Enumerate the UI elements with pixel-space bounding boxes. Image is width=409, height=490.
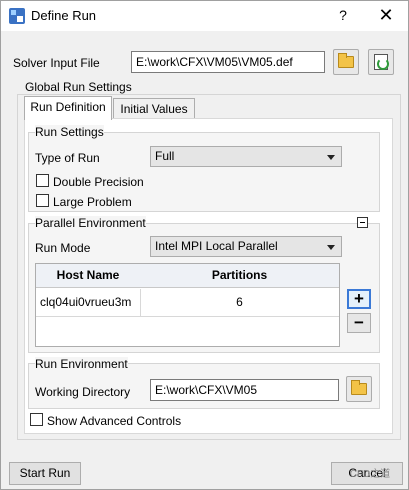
large-problem-label: Large Problem	[53, 195, 132, 209]
chevron-down-icon	[327, 155, 335, 160]
collapse-icon[interactable]	[357, 217, 368, 228]
working-directory-field[interactable]: E:\work\CFX\VM05	[150, 379, 339, 401]
add-host-button[interactable]: +	[347, 289, 371, 309]
column-divider	[140, 289, 141, 317]
chevron-down-icon	[327, 245, 335, 250]
cfx-app-icon	[9, 8, 25, 24]
table-row[interactable]: clq04ui0vrueu3m 6	[36, 289, 339, 317]
remove-host-button[interactable]: −	[347, 313, 371, 333]
run-mode-label: Run Mode	[35, 241, 91, 255]
type-of-run-label: Type of Run	[35, 151, 100, 165]
cell-host-name[interactable]: clq04ui0vrueu3m	[40, 295, 131, 309]
title-bar: Define Run ? ✕	[1, 1, 408, 31]
reload-button[interactable]	[368, 49, 394, 75]
define-run-dialog: Define Run ? ✕ Solver Input File E:\work…	[0, 0, 409, 490]
run-mode-select[interactable]: Intel MPI Local Parallel	[150, 236, 342, 257]
window-title: Define Run	[31, 8, 97, 23]
type-of-run-value: Full	[155, 149, 175, 163]
browse-solver-input-button[interactable]	[333, 49, 359, 75]
host-partitions-table: Host Name Partitions clq04ui0vrueu3m 6	[35, 263, 340, 347]
global-run-settings-title: Global Run Settings	[23, 80, 134, 94]
tab-run-definition[interactable]: Run Definition	[24, 96, 112, 120]
help-button[interactable]: ?	[333, 4, 353, 26]
run-mode-value: Intel MPI Local Parallel	[155, 239, 278, 253]
folder-open-icon	[351, 380, 367, 395]
double-precision-label: Double Precision	[53, 175, 144, 189]
header-partitions[interactable]: Partitions	[140, 268, 339, 282]
show-advanced-controls-label: Show Advanced Controls	[47, 414, 182, 428]
header-host-name[interactable]: Host Name	[36, 268, 140, 282]
table-header: Host Name Partitions	[36, 264, 339, 288]
refresh-icon	[374, 54, 389, 70]
working-directory-label: Working Directory	[35, 385, 131, 399]
tab-initial-values[interactable]: Initial Values	[113, 98, 195, 120]
solver-input-label: Solver Input File	[13, 56, 100, 70]
large-problem-checkbox[interactable]	[36, 194, 49, 207]
parallel-environment-title: Parallel Environment	[35, 216, 146, 230]
solver-input-field[interactable]: E:\work\CFX\VM05\VM05.def	[131, 51, 325, 73]
cell-partitions[interactable]: 6	[140, 295, 339, 309]
close-button[interactable]: ✕	[373, 4, 399, 26]
double-precision-checkbox[interactable]	[36, 174, 49, 187]
browse-working-directory-button[interactable]	[346, 376, 372, 402]
start-run-button[interactable]: Start Run	[9, 462, 81, 485]
run-settings-title: Run Settings	[35, 125, 104, 139]
run-environment-title: Run Environment	[35, 357, 128, 371]
folder-open-icon	[338, 53, 354, 68]
show-advanced-controls-checkbox[interactable]	[30, 413, 43, 426]
type-of-run-select[interactable]: Full	[150, 146, 342, 167]
watermark-text: CFD之道	[349, 469, 391, 480]
